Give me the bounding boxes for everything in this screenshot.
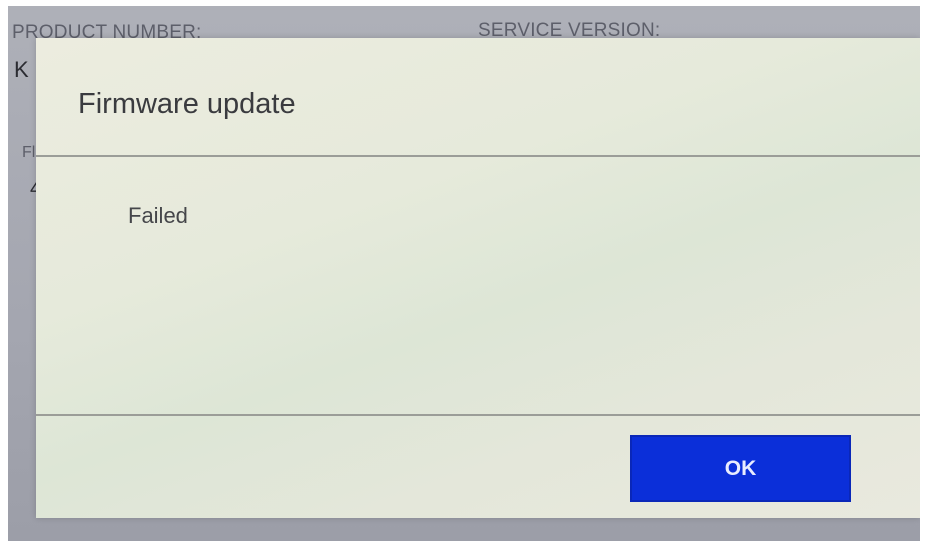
dialog-message: Failed — [128, 203, 188, 228]
dialog-footer-divider — [36, 414, 920, 416]
dialog-title: Firmware update — [78, 88, 296, 120]
device-screen: PRODUCT NUMBER: SERVICE VERSION: K Fl 4 … — [8, 6, 920, 541]
ok-button[interactable]: OK — [630, 435, 851, 502]
product-number-value: K — [14, 57, 29, 82]
dialog-header-divider — [36, 155, 920, 157]
firmware-update-dialog: Firmware update Failed OK — [36, 38, 920, 518]
firmware-label-partial: Fl — [22, 144, 36, 161]
